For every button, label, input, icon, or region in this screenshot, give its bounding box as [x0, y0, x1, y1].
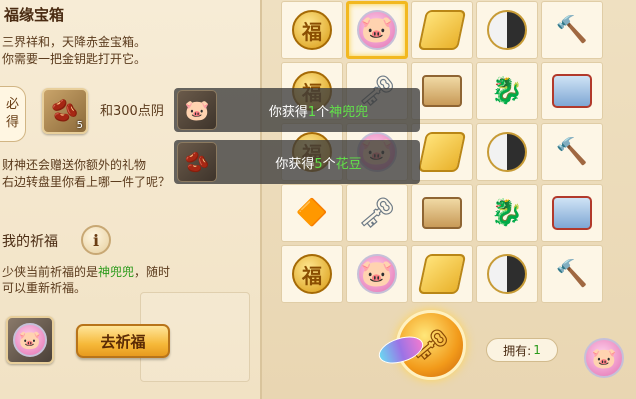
- reward-toast: 🐷 你获得1个神兜兜: [174, 88, 420, 132]
- go-pray-button[interactable]: 去祈福: [76, 324, 170, 358]
- pink-pig-icon: 🐷: [357, 10, 397, 50]
- grid-cell[interactable]: 🗝: [346, 184, 408, 242]
- grid-cell[interactable]: [411, 123, 473, 181]
- toast-prefix: 你获得: [275, 156, 315, 172]
- grid-cell[interactable]: 🔶: [281, 184, 343, 242]
- prayer-item-slot[interactable]: 🐷: [6, 316, 54, 364]
- must-item-slot[interactable]: 🫘 5: [42, 88, 88, 134]
- yin-yang-icon: [487, 10, 527, 50]
- orange-gem-icon: 🔶: [295, 198, 329, 228]
- toast-unit: 个: [322, 156, 336, 172]
- grid-cell[interactable]: 🐉: [476, 62, 538, 120]
- magic-bean-icon: 🫘: [51, 98, 79, 124]
- magic-bean-icon: 🫘: [177, 142, 217, 182]
- info-icon[interactable]: i: [81, 225, 111, 255]
- grid-cell[interactable]: 福: [281, 1, 343, 59]
- must-label-1: 必: [5, 97, 19, 112]
- hammer-icon: 🔨: [555, 15, 589, 45]
- hammer-icon: 🔨: [555, 259, 589, 289]
- toast-item: 神兜兜: [329, 104, 369, 120]
- grid-cell[interactable]: [411, 245, 473, 303]
- must-label-2: 得: [5, 115, 19, 130]
- grid-cell-selected[interactable]: 🐷: [346, 1, 408, 59]
- panel-title: 福缘宝箱: [4, 6, 65, 24]
- silver-key-icon: 🗝: [357, 195, 397, 231]
- scroll-icon: [422, 75, 462, 107]
- grid-cell[interactable]: 🐷: [346, 245, 408, 303]
- intro-line-2: 你需要一把金钥匙打开它。: [2, 52, 147, 66]
- prayer-target: 神兜兜: [98, 265, 135, 279]
- toast-count: 1: [307, 104, 317, 120]
- must-item-count: 5: [76, 120, 83, 131]
- treasure-chest-icon: [552, 74, 592, 108]
- toast-message: 你获得5个花豆: [217, 153, 420, 172]
- pink-pig-icon[interactable]: 🐷: [584, 338, 624, 378]
- scroll-icon: [422, 197, 462, 229]
- yin-yang-icon: [487, 254, 527, 294]
- grid-cell[interactable]: 🔨: [541, 245, 603, 303]
- grid-cell[interactable]: 🔨: [541, 1, 603, 59]
- must-get-badge: 必 得: [0, 86, 26, 142]
- gift-line-2: 右边转盘里你看上哪一件了呢？: [2, 175, 171, 189]
- hammer-icon: 🔨: [555, 137, 589, 167]
- grid-cell[interactable]: 🔨: [541, 123, 603, 181]
- prayer-title: 我的祈福: [2, 234, 58, 250]
- cheese-icon: [417, 132, 467, 172]
- owned-count: 1: [533, 343, 541, 357]
- reward-toast: 🫘 你获得5个花豆: [174, 140, 420, 184]
- prayer-line-1: 少侠当前祈福的是神兜兜，随时: [2, 264, 170, 280]
- prayer-line-2: 可以重新祈福。: [2, 281, 87, 295]
- owned-label: 拥有:: [503, 343, 532, 358]
- grid-cell[interactable]: 福: [281, 245, 343, 303]
- prayer-suffix: ，随时: [134, 265, 171, 279]
- gift-line-1: 财神还会赠送你额外的礼物: [2, 158, 147, 172]
- gold-coin-icon: 福: [292, 10, 332, 50]
- must-reward-text: 和300点阴: [100, 104, 164, 119]
- toast-message: 你获得1个神兜兜: [217, 101, 420, 120]
- grid-cell[interactable]: [411, 184, 473, 242]
- toast-item: 花豆: [335, 156, 362, 172]
- grid-cell[interactable]: [476, 245, 538, 303]
- blue-dragon-icon: 🐉: [490, 198, 524, 228]
- grid-cell[interactable]: [541, 184, 603, 242]
- owned-count-box: 拥有: 1: [486, 338, 558, 362]
- cheese-icon: [417, 254, 467, 294]
- pink-pig-icon: 🐷: [177, 90, 217, 130]
- toast-prefix: 你获得: [268, 104, 308, 120]
- grid-cell[interactable]: [476, 123, 538, 181]
- gold-coin-icon: 福: [292, 254, 332, 294]
- grid-cell[interactable]: 🐉: [476, 184, 538, 242]
- cheese-icon: [417, 10, 467, 50]
- blue-dragon-icon: 🐉: [490, 76, 524, 106]
- grid-cell[interactable]: [411, 62, 473, 120]
- grid-cell[interactable]: [476, 1, 538, 59]
- toast-unit: 个: [316, 104, 330, 120]
- grid-cell[interactable]: [411, 1, 473, 59]
- toast-count: 5: [314, 156, 323, 172]
- pink-pig-icon: 🐷: [357, 254, 397, 294]
- pink-pig-icon: 🐷: [13, 323, 47, 357]
- intro-line-1: 三界祥和，天降赤金宝箱。: [2, 35, 147, 49]
- treasure-chest-icon: [552, 196, 592, 230]
- prayer-prefix: 少侠当前祈福的是: [2, 265, 99, 279]
- yin-yang-icon: [487, 132, 527, 172]
- grid-cell[interactable]: [541, 62, 603, 120]
